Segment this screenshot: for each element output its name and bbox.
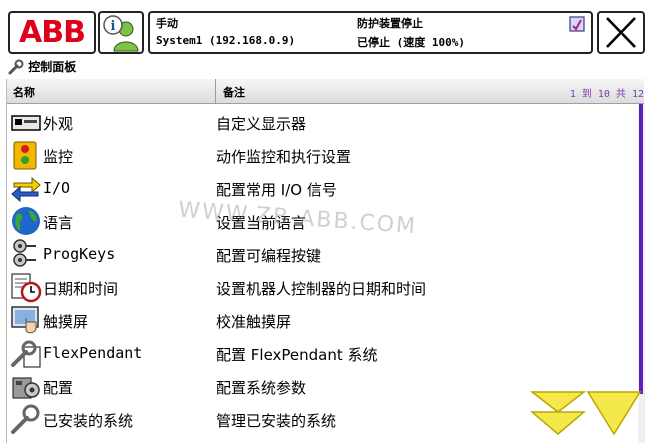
table-row[interactable]: 日期和时间 设置机器人控制器的日期和时间 — [7, 270, 639, 303]
clock-icon — [11, 273, 42, 303]
row-note: 自定义显示器 — [216, 115, 307, 133]
flexpendant-icon — [11, 340, 41, 368]
row-name: I/O — [43, 179, 71, 197]
system-name: System1 (192.168.0.9) — [156, 34, 296, 47]
operator-window-button[interactable]: i — [98, 11, 144, 54]
status-bar[interactable]: 手动 System1 (192.168.0.9) 防护装置停止 已停止 (速度 … — [148, 11, 593, 54]
close-button[interactable] — [597, 11, 645, 54]
page-down-double-arrow-icon[interactable] — [530, 388, 586, 436]
touchscreen-icon — [11, 306, 39, 334]
close-icon — [606, 17, 636, 48]
row-name: 触摸屏 — [43, 313, 89, 331]
paging-indicator: 1 到 10 共 12 — [569, 89, 644, 100]
wrench-icon — [8, 59, 24, 74]
io-icon — [11, 176, 41, 203]
appearance-icon — [11, 115, 41, 131]
guard-status: 防护装置停止 — [357, 17, 423, 30]
operator-info-icon: i — [103, 15, 139, 52]
table-row[interactable]: 监控 动作监控和执行设置 — [7, 138, 639, 171]
table-header: 名称 备注 1 到 10 共 12 — [7, 79, 644, 104]
row-note: 配置可编程按键 — [216, 247, 322, 265]
progkeys-icon — [13, 239, 36, 267]
row-name: 外观 — [43, 115, 74, 133]
column-header-name[interactable]: 名称 — [13, 84, 35, 100]
column-header-note[interactable]: 备注 — [223, 84, 245, 100]
row-note: 动作监控和执行设置 — [216, 148, 352, 166]
row-name: 配置 — [43, 379, 74, 397]
operating-mode: 手动 — [156, 17, 178, 30]
globe-icon — [12, 207, 40, 235]
task-window-icon[interactable] — [569, 16, 585, 32]
configuration-icon — [12, 377, 40, 399]
row-note: 管理已安装的系统 — [216, 412, 337, 430]
top-bar: ABB i 手动 System1 (192.168.0.9) 防护装置停止 已停… — [0, 0, 655, 56]
table-row[interactable]: ProgKeys 配置可编程按键 — [7, 237, 639, 270]
supervision-icon — [13, 141, 37, 170]
panel-title-text: 控制面板 — [28, 60, 77, 74]
abb-logo: ABB — [19, 15, 86, 50]
row-name: 已安装的系统 — [43, 412, 134, 430]
row-note: 配置 FlexPendant 系统 — [216, 346, 378, 364]
installed-systems-icon — [11, 404, 40, 434]
row-note: 校准触摸屏 — [216, 313, 292, 331]
table-row[interactable]: 触摸屏 校准触摸屏 — [7, 303, 639, 336]
svg-text:i: i — [111, 19, 116, 34]
table-row[interactable]: FlexPendant 配置 FlexPendant 系统 — [7, 336, 639, 369]
row-note: 设置机器人控制器的日期和时间 — [216, 280, 427, 298]
table-row[interactable]: I/O 配置常用 I/O 信号 — [7, 171, 639, 204]
row-note: 配置常用 I/O 信号 — [216, 181, 337, 199]
scrollbar-thumb[interactable] — [639, 104, 643, 394]
page-down-arrow-icon[interactable] — [586, 388, 642, 436]
row-name: FlexPendant — [43, 344, 143, 362]
abb-menu-button[interactable]: ABB — [8, 11, 96, 54]
column-separator[interactable] — [215, 79, 216, 104]
row-name: ProgKeys — [43, 245, 116, 263]
controller-state: 已停止 (速度 100%) — [357, 36, 465, 49]
row-name: 监控 — [43, 148, 74, 166]
row-name: 日期和时间 — [43, 280, 119, 298]
row-name: 语言 — [43, 214, 74, 232]
panel-title: 控制面板 — [8, 58, 76, 76]
table-row[interactable]: 外观 自定义显示器 — [7, 105, 639, 138]
row-note: 配置系统参数 — [216, 379, 307, 397]
